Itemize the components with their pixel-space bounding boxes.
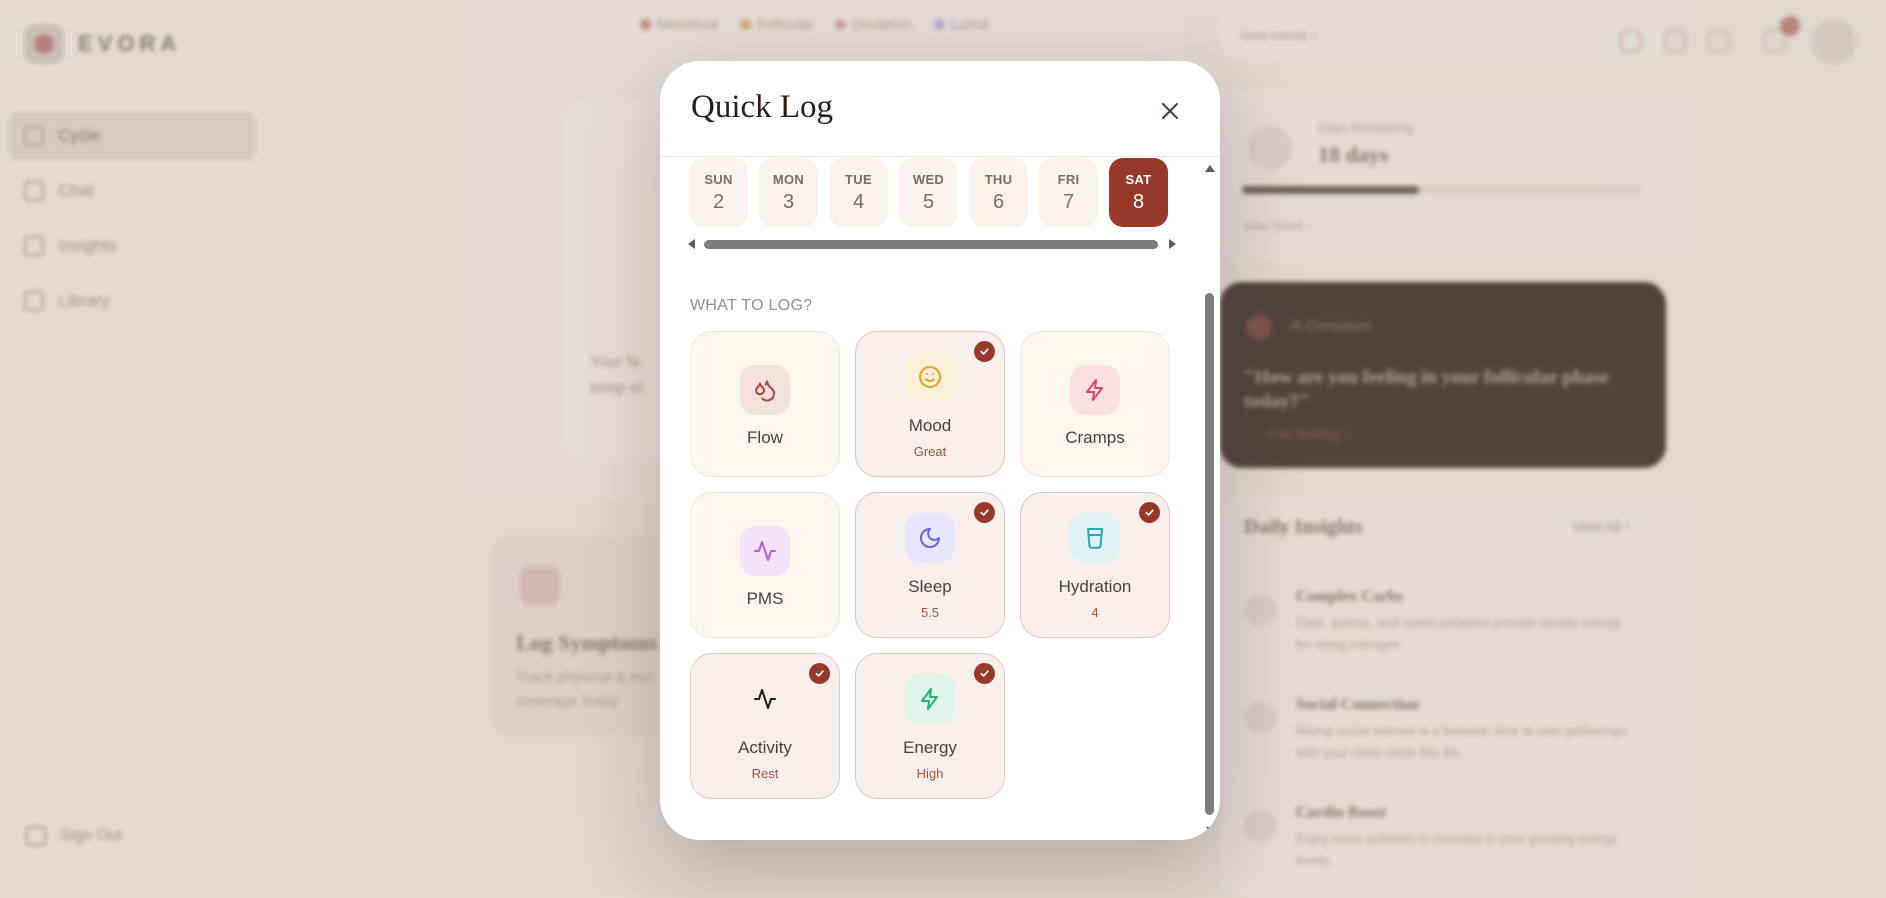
day-number: 3 xyxy=(782,190,795,213)
day-number: 4 xyxy=(852,190,865,213)
tile-label: Activity xyxy=(738,738,792,757)
tile-value: High xyxy=(916,766,944,781)
section-label: WHAT TO LOG? xyxy=(690,297,813,314)
log-tile-activity[interactable]: Activity Rest xyxy=(690,653,840,799)
checkmark-icon xyxy=(974,502,995,523)
checkmark-icon xyxy=(974,663,995,684)
day-name: TUE xyxy=(845,171,872,187)
day-selector: SUN 2 MON 3 TUE 4 WED 5 THU 6 FRI 7 SAT 8 xyxy=(689,158,1168,227)
day-name: SUN xyxy=(704,171,733,187)
day-number: 8 xyxy=(1132,190,1145,213)
log-tile-mood[interactable]: Mood Great xyxy=(855,331,1005,477)
day-number: 2 xyxy=(712,190,725,213)
tile-label: Energy xyxy=(903,738,957,757)
activity-icon xyxy=(740,674,790,724)
log-type-grid: Flow Mood Great Cramps PMS Sleep 5.5 Hydration 4… xyxy=(690,331,1170,799)
scroll-up-arrow-icon[interactable] xyxy=(1205,165,1215,172)
day-tue[interactable]: TUE 4 xyxy=(829,158,888,227)
activity-icon xyxy=(740,526,790,576)
day-name: WED xyxy=(912,171,945,187)
tile-value: 4 xyxy=(1091,605,1099,620)
log-tile-pms[interactable]: PMS xyxy=(690,492,840,638)
day-name: SAT xyxy=(1125,171,1152,187)
day-sat[interactable]: SAT 8 xyxy=(1109,158,1168,227)
day-mon[interactable]: MON 3 xyxy=(759,158,818,227)
tile-label: Sleep xyxy=(908,577,952,596)
day-number: 6 xyxy=(992,190,1005,213)
scroll-left-arrow-icon[interactable] xyxy=(688,239,695,249)
tile-value: 5.5 xyxy=(920,605,940,620)
quick-log-modal: Quick Log SUN 2 MON 3 TUE 4 WED 5 THU 6 FRI 7 SAT 8 W… xyxy=(660,61,1220,840)
day-sun[interactable]: SUN 2 xyxy=(689,158,748,227)
day-name: FRI xyxy=(1057,171,1080,187)
checkmark-icon xyxy=(1139,502,1160,523)
day-name: THU xyxy=(984,171,1013,187)
day-number: 5 xyxy=(922,190,935,213)
close-icon xyxy=(1162,103,1178,119)
tile-value: Great xyxy=(913,444,947,459)
moon-icon xyxy=(905,513,955,563)
tile-label: Mood xyxy=(908,416,952,435)
modal-header: Quick Log xyxy=(660,61,1220,157)
day-number: 7 xyxy=(1062,190,1075,213)
log-tile-sleep[interactable]: Sleep 5.5 xyxy=(855,492,1005,638)
cup-icon xyxy=(1070,513,1120,563)
log-tile-hydration[interactable]: Hydration 4 xyxy=(1020,492,1170,638)
droplets-icon xyxy=(740,365,790,415)
scroll-down-arrow-icon[interactable] xyxy=(1206,827,1214,832)
tile-label: PMS xyxy=(746,589,784,608)
scrollbar-thumb[interactable] xyxy=(704,240,1158,249)
day-wed[interactable]: WED 5 xyxy=(899,158,958,227)
horizontal-scrollbar[interactable] xyxy=(688,237,1176,251)
tile-label: Hydration xyxy=(1058,577,1132,596)
tile-label: Flow xyxy=(747,428,783,447)
log-tile-energy[interactable]: Energy High xyxy=(855,653,1005,799)
vertical-scrollbar[interactable] xyxy=(1202,157,1216,840)
checkmark-icon xyxy=(974,341,995,362)
day-fri[interactable]: FRI 7 xyxy=(1039,158,1098,227)
zap-icon xyxy=(905,674,955,724)
day-thu[interactable]: THU 6 xyxy=(969,158,1028,227)
zap-icon xyxy=(1070,365,1120,415)
smile-icon xyxy=(905,352,955,402)
modal-title: Quick Log xyxy=(691,89,834,125)
checkmark-icon xyxy=(809,663,830,684)
day-name: MON xyxy=(772,171,805,187)
close-button[interactable] xyxy=(1152,93,1188,129)
log-tile-cramps[interactable]: Cramps xyxy=(1020,331,1170,477)
scroll-right-arrow-icon[interactable] xyxy=(1169,239,1176,249)
log-tile-flow[interactable]: Flow xyxy=(690,331,840,477)
tile-value: Rest xyxy=(751,766,779,781)
scrollbar-thumb[interactable] xyxy=(1205,293,1214,815)
tile-label: Cramps xyxy=(1065,428,1125,447)
